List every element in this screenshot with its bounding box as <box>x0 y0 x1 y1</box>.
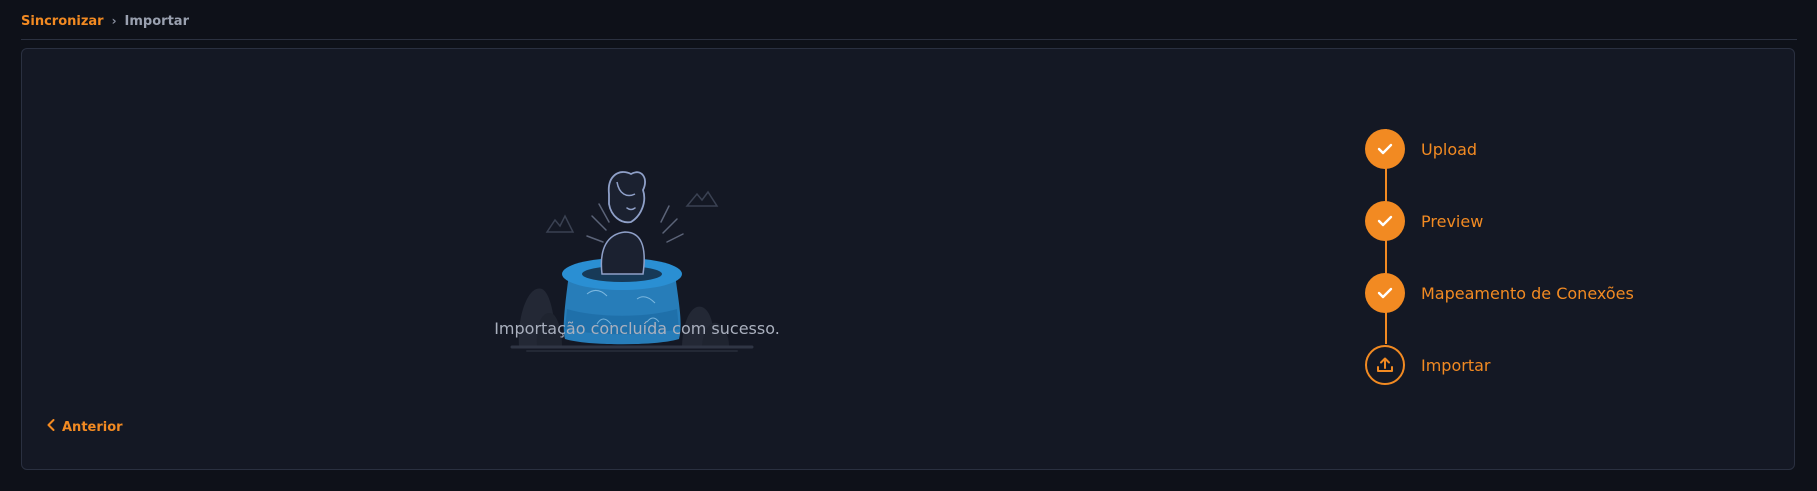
previous-button[interactable]: Anterior <box>46 419 123 435</box>
breadcrumb-current: Importar <box>124 13 189 29</box>
check-icon <box>1365 201 1405 241</box>
step-mapeamento-de-conexoes[interactable]: Mapeamento de Conexões <box>1365 273 1634 313</box>
import-panel: Importação concluída com sucesso. Anteri… <box>21 48 1795 470</box>
previous-button-label: Anterior <box>62 419 123 435</box>
step-preview[interactable]: Preview <box>1365 201 1483 241</box>
step-label: Preview <box>1421 211 1484 231</box>
check-icon <box>1365 129 1405 169</box>
check-icon <box>1365 273 1405 313</box>
step-label: Upload <box>1421 139 1478 159</box>
import-stepper: Upload Preview Mapeamento de Conexões Im… <box>1365 89 1785 399</box>
step-label: Importar <box>1421 355 1491 375</box>
chevron-left-icon <box>46 419 56 435</box>
step-importar[interactable]: Importar <box>1365 345 1490 385</box>
top-divider <box>21 39 1797 40</box>
step-upload[interactable]: Upload <box>1365 129 1477 169</box>
success-message: Importação concluída com sucesso. <box>494 319 780 338</box>
breadcrumb: Sincronizar › Importar <box>21 12 189 30</box>
step-label: Mapeamento de Conexões <box>1421 283 1634 303</box>
chevron-right-icon: › <box>111 14 117 28</box>
upload-icon <box>1365 345 1405 385</box>
breadcrumb-sincronizar-link[interactable]: Sincronizar <box>21 14 104 29</box>
